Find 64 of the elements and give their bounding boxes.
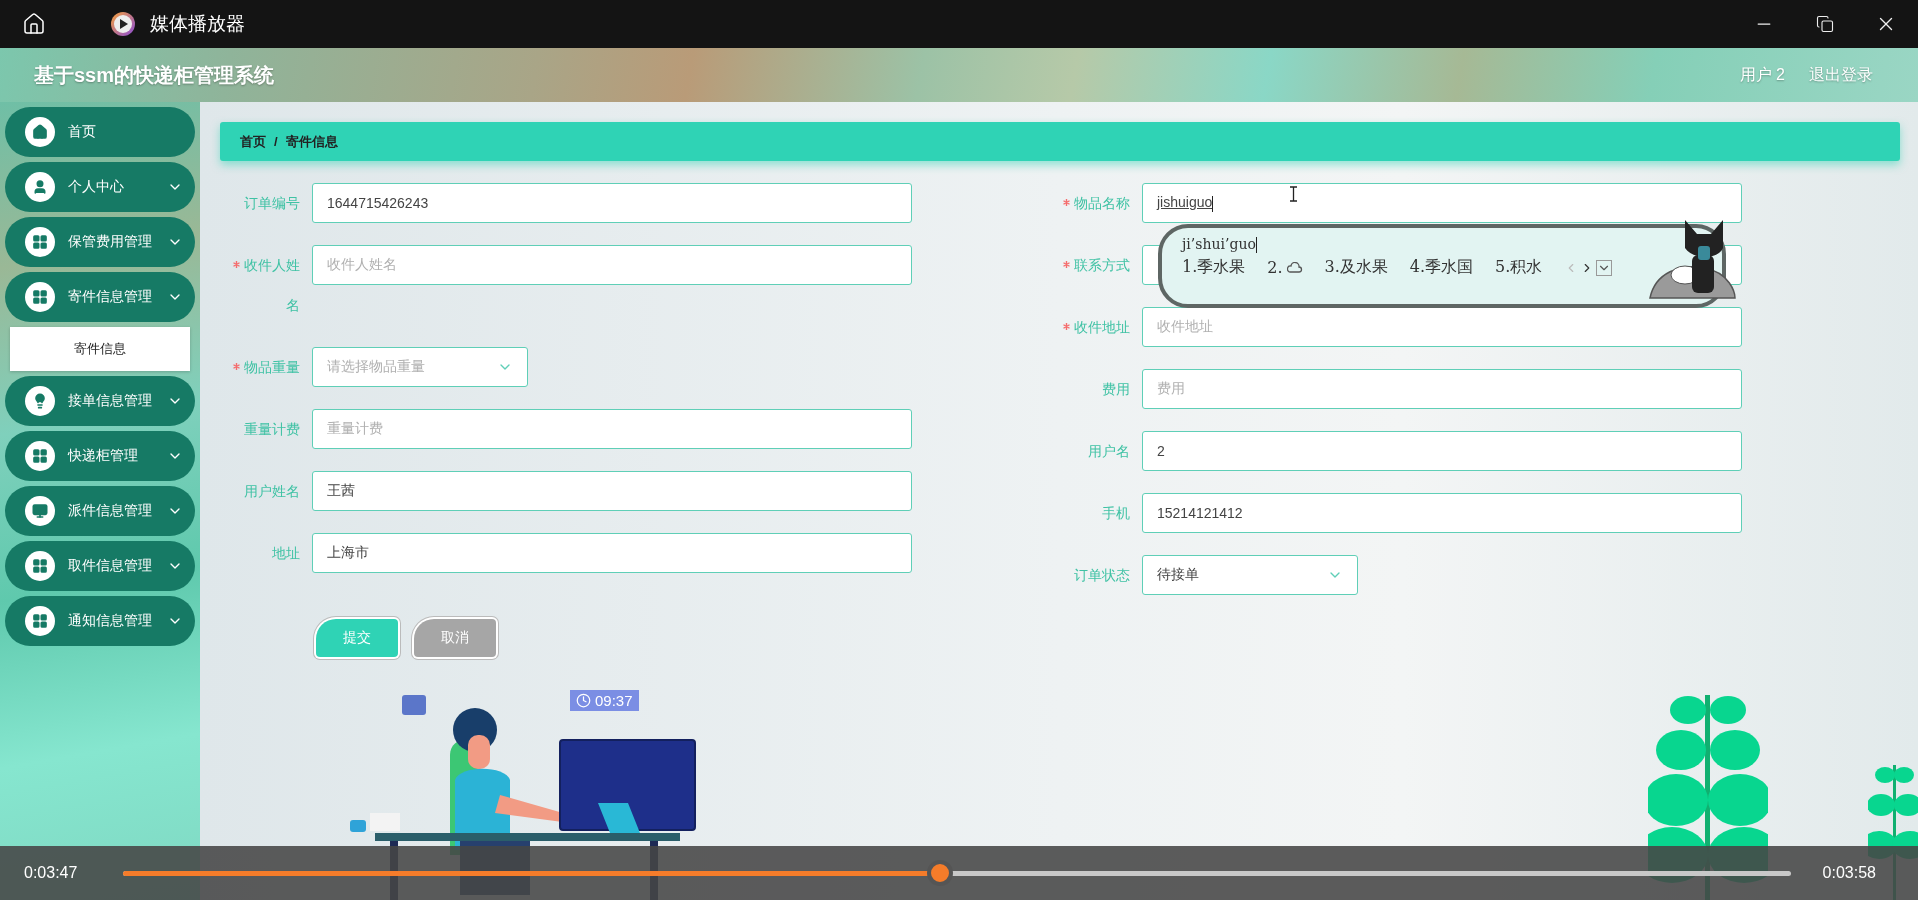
- field-label: 地址: [271, 544, 300, 563]
- field-label: 物品重量: [220, 347, 300, 408]
- nav-icon: [25, 227, 55, 257]
- field-label: 收件地址: [1050, 307, 1130, 368]
- field-label: 用户名: [1087, 442, 1130, 461]
- select-field[interactable]: 待接单: [1142, 555, 1358, 595]
- nav-subitem[interactable]: 寄件信息: [10, 327, 190, 371]
- home-icon[interactable]: [22, 12, 46, 36]
- nav-icon: [25, 386, 55, 416]
- field-label: 重量计费: [243, 420, 300, 439]
- field-label: 订单编号: [243, 194, 300, 213]
- ime-candidate[interactable]: 4.季水国: [1409, 257, 1474, 278]
- nav-item[interactable]: 通知信息管理: [5, 596, 195, 646]
- field-label: 收件人姓名: [220, 245, 300, 346]
- nav-item[interactable]: 快递柜管理: [5, 431, 195, 481]
- nav-icon: [25, 551, 55, 581]
- ime-candidate[interactable]: 5.积水: [1495, 257, 1543, 278]
- field-label: 费用: [1101, 380, 1130, 399]
- nav-icon: [25, 282, 55, 312]
- nav-item[interactable]: 接单信息管理: [5, 376, 195, 426]
- required-icon: [1063, 323, 1070, 330]
- ime-candidate[interactable]: 1.季水果: [1182, 257, 1246, 278]
- input-field[interactable]: 2: [1142, 431, 1742, 471]
- field-label: 物品名称: [1050, 183, 1130, 244]
- required-icon: [233, 261, 240, 268]
- text-cursor-icon: [1289, 186, 1298, 202]
- field-label: 联系方式: [1050, 245, 1130, 306]
- nav-icon: [25, 496, 55, 526]
- cloud-icon: [1286, 261, 1303, 274]
- breadcrumb-separator: /: [274, 134, 278, 149]
- breadcrumb-item[interactable]: 寄件信息: [285, 132, 338, 151]
- nav-item[interactable]: 个人中心: [5, 162, 195, 212]
- nav-icon: [25, 117, 55, 147]
- field-label: 手机: [1101, 504, 1130, 523]
- duration-time: 0:03:58: [1822, 864, 1876, 882]
- nav-item[interactable]: 寄件信息管理: [5, 272, 195, 322]
- required-icon: [1063, 199, 1070, 206]
- nav-item[interactable]: 首页: [5, 107, 195, 157]
- nav-item[interactable]: 取件信息管理: [5, 541, 195, 591]
- input-field[interactable]: 1644715426243: [312, 183, 912, 223]
- nav-item[interactable]: 保管费用管理: [5, 217, 195, 267]
- nav-icon: [25, 172, 55, 202]
- ime-candidate[interactable]: 2.: [1267, 258, 1303, 277]
- required-icon: [233, 363, 240, 370]
- input-field[interactable]: 王茜: [312, 471, 912, 511]
- field-label: 订单状态: [1073, 566, 1130, 585]
- input-field[interactable]: 15214121412: [1142, 493, 1742, 533]
- ime-candidate[interactable]: 3.及水果: [1324, 257, 1388, 278]
- breadcrumb-item[interactable]: 首页: [240, 132, 266, 151]
- input-field[interactable]: 上海市: [312, 533, 912, 573]
- expand-icon[interactable]: [1596, 259, 1613, 276]
- input-field[interactable]: jishuiguo: [1142, 183, 1742, 223]
- nav-icon: [25, 441, 55, 471]
- nav-item[interactable]: 派件信息管理: [5, 486, 195, 536]
- elapsed-time: 0:03:47: [24, 864, 78, 882]
- app-title: 基于ssm的快递柜管理系统: [34, 62, 275, 88]
- player-logo-icon: [110, 11, 136, 37]
- required-icon: [1063, 261, 1070, 268]
- window-title: 媒体播放器: [150, 12, 245, 36]
- progress-track[interactable]: [123, 870, 1791, 876]
- nav-icon: [25, 606, 55, 636]
- progress-thumb[interactable]: [927, 860, 954, 886]
- clock-badge: 09:37: [570, 690, 639, 711]
- field-label: 用户姓名: [243, 482, 300, 501]
